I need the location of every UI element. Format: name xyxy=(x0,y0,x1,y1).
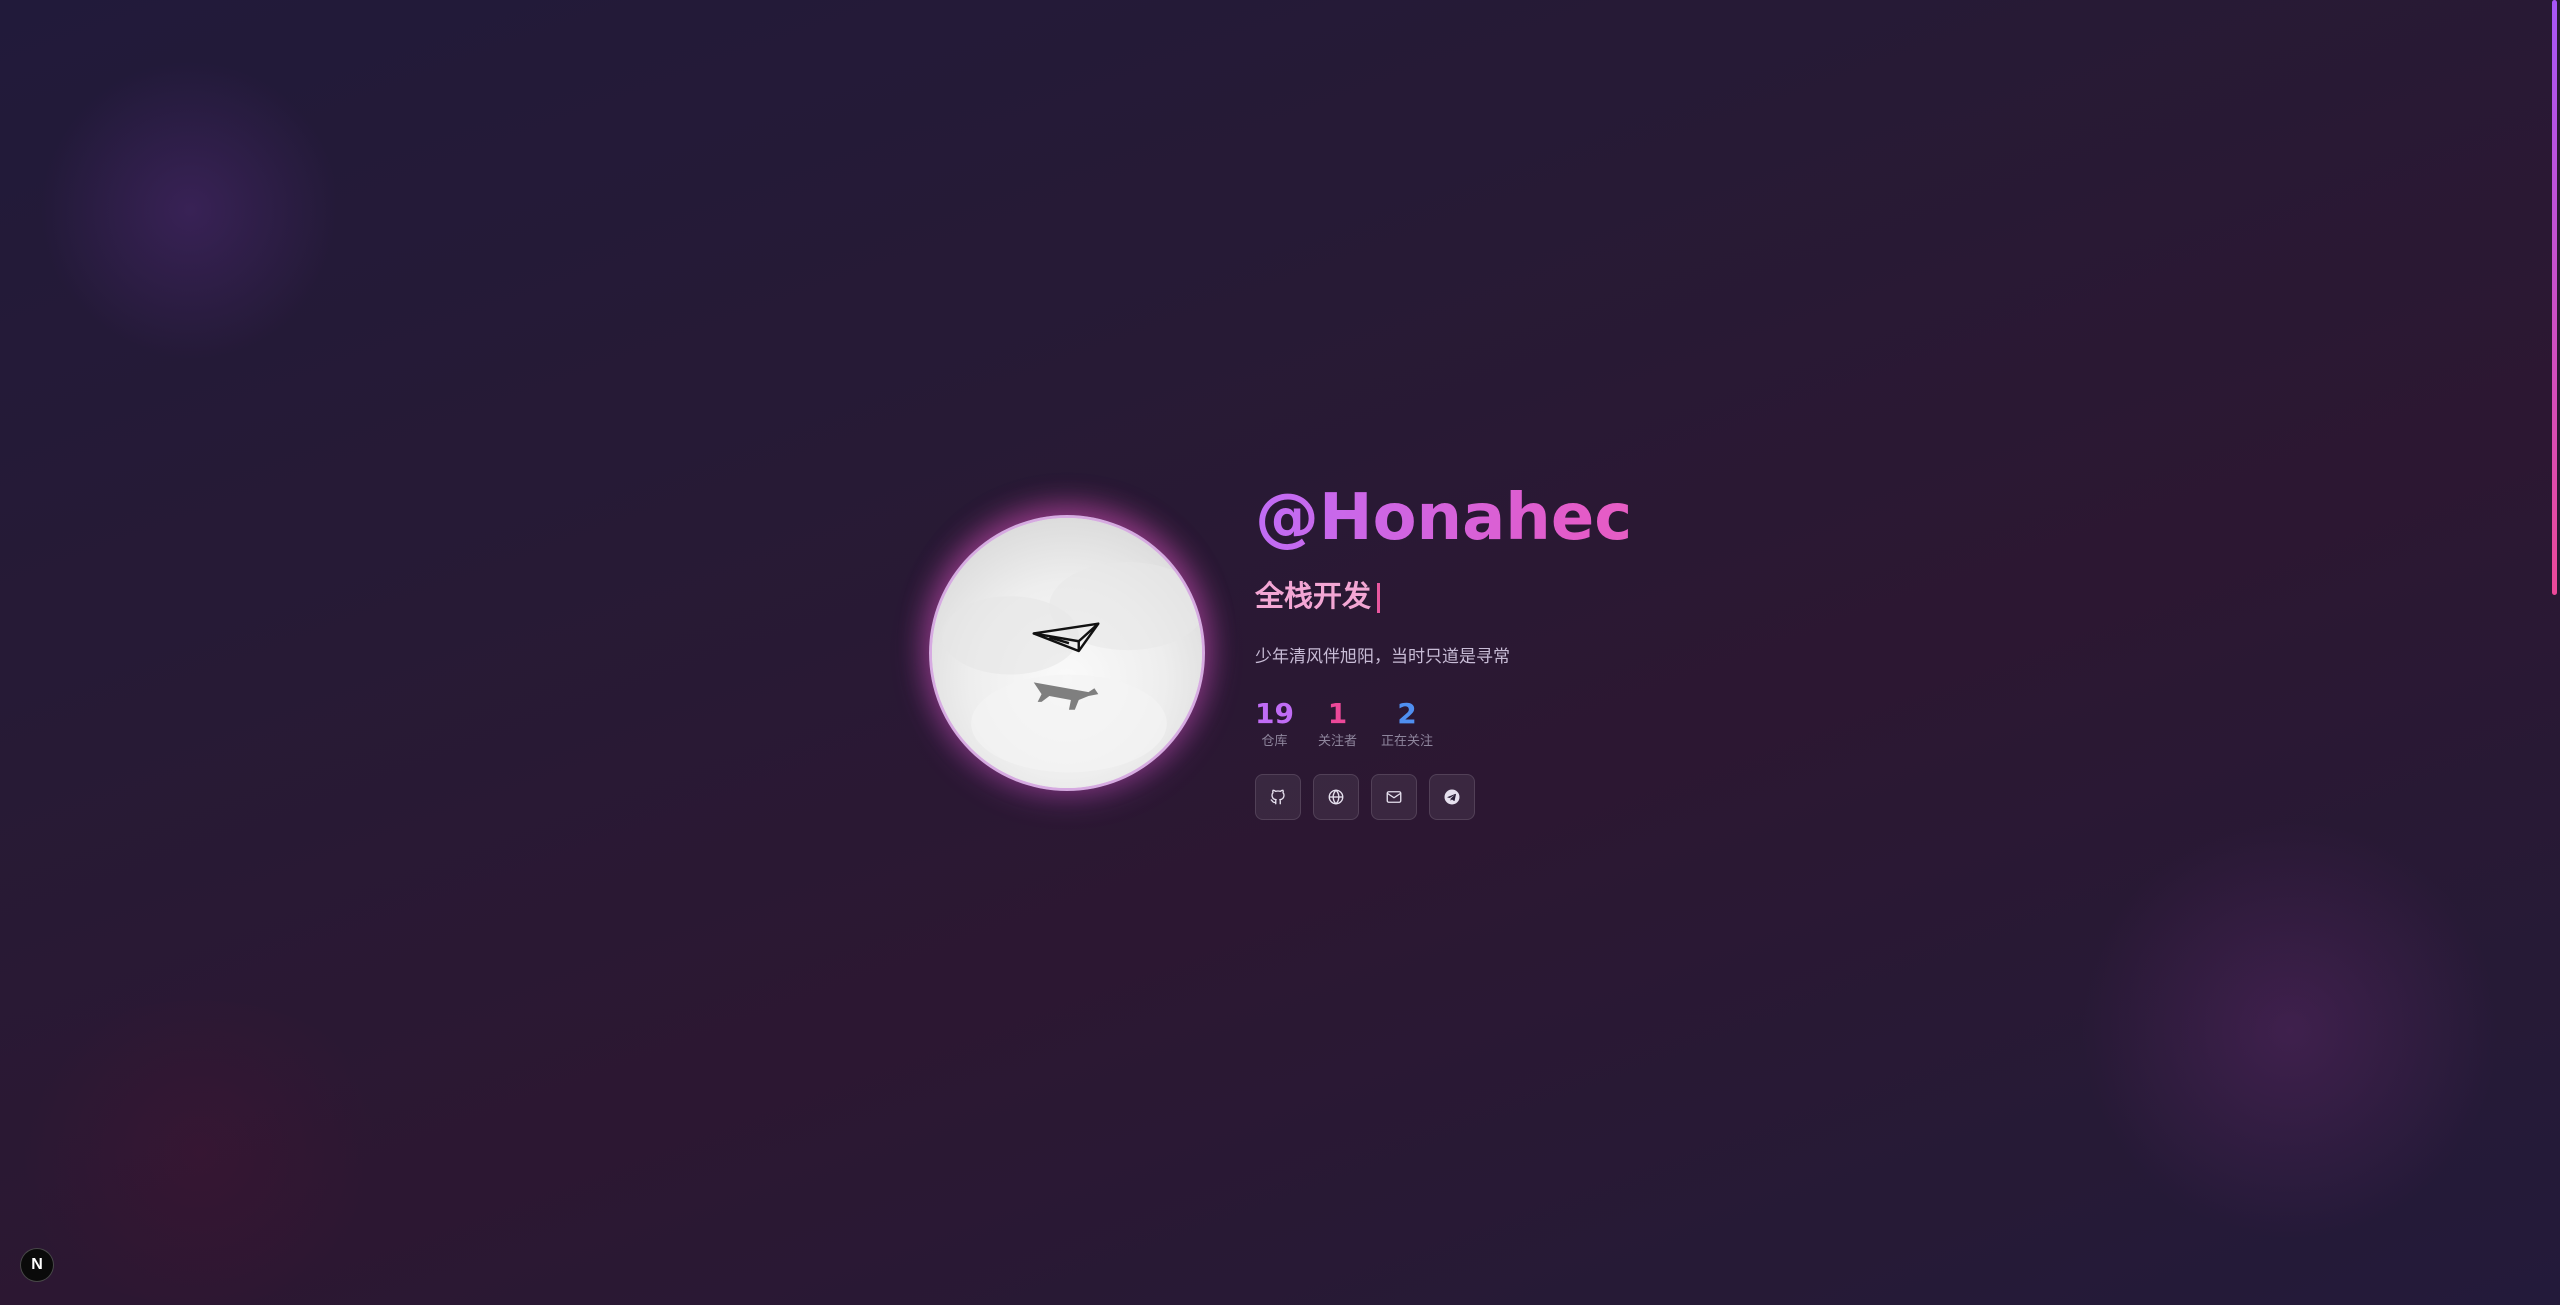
stat-label: 关注者 xyxy=(1317,734,1357,749)
email-button[interactable] xyxy=(1371,774,1417,820)
profile-info: @Honahec 全栈开发 少年清风伴旭阳，当时只道是寻常 19 仓库 1 关注… xyxy=(1255,470,1855,820)
role-text: 全栈开发 xyxy=(1255,579,1372,613)
stat-value: 1 xyxy=(1327,697,1348,730)
page-scrollbar[interactable] xyxy=(2548,0,2560,1305)
avatar xyxy=(929,515,1205,791)
background-glow-bottom-left xyxy=(0,1000,400,1305)
github-button[interactable] xyxy=(1255,774,1301,820)
mail-icon xyxy=(1386,791,1402,803)
username-heading: @Honahec xyxy=(1255,470,1855,566)
background-glow-bottom-right xyxy=(2080,820,2500,1240)
stat-label: 仓库 xyxy=(1261,734,1288,749)
stat-label: 正在关注 xyxy=(1380,734,1433,749)
nextjs-dev-badge[interactable]: N xyxy=(20,1248,54,1282)
globe-icon xyxy=(1328,789,1344,805)
stat-value: 2 xyxy=(1397,697,1417,730)
paper-plane-avatar-image xyxy=(932,518,1202,788)
stat-value: 19 xyxy=(1255,697,1294,730)
bio-text: 少年清风伴旭阳，当时只道是寻常 xyxy=(1255,647,1510,667)
telegram-button[interactable] xyxy=(1429,774,1475,820)
stat-repositories[interactable]: 19 仓库 xyxy=(1255,698,1294,752)
role-subtitle: 全栈开发 xyxy=(1255,574,1855,618)
background-glow-top-left xyxy=(40,60,340,360)
nextjs-badge-label: N xyxy=(31,1256,43,1273)
stats-row: 19 仓库 1 关注者 2 正在关注 xyxy=(1255,698,1855,752)
website-button[interactable] xyxy=(1313,774,1359,820)
stat-followers[interactable]: 1 关注者 xyxy=(1318,698,1357,752)
stat-following[interactable]: 2 正在关注 xyxy=(1381,698,1433,752)
github-icon xyxy=(1270,789,1285,805)
scrollbar-thumb[interactable] xyxy=(2552,0,2557,595)
social-links xyxy=(1255,774,1855,820)
telegram-icon xyxy=(1444,789,1460,805)
typing-cursor xyxy=(1377,583,1381,613)
